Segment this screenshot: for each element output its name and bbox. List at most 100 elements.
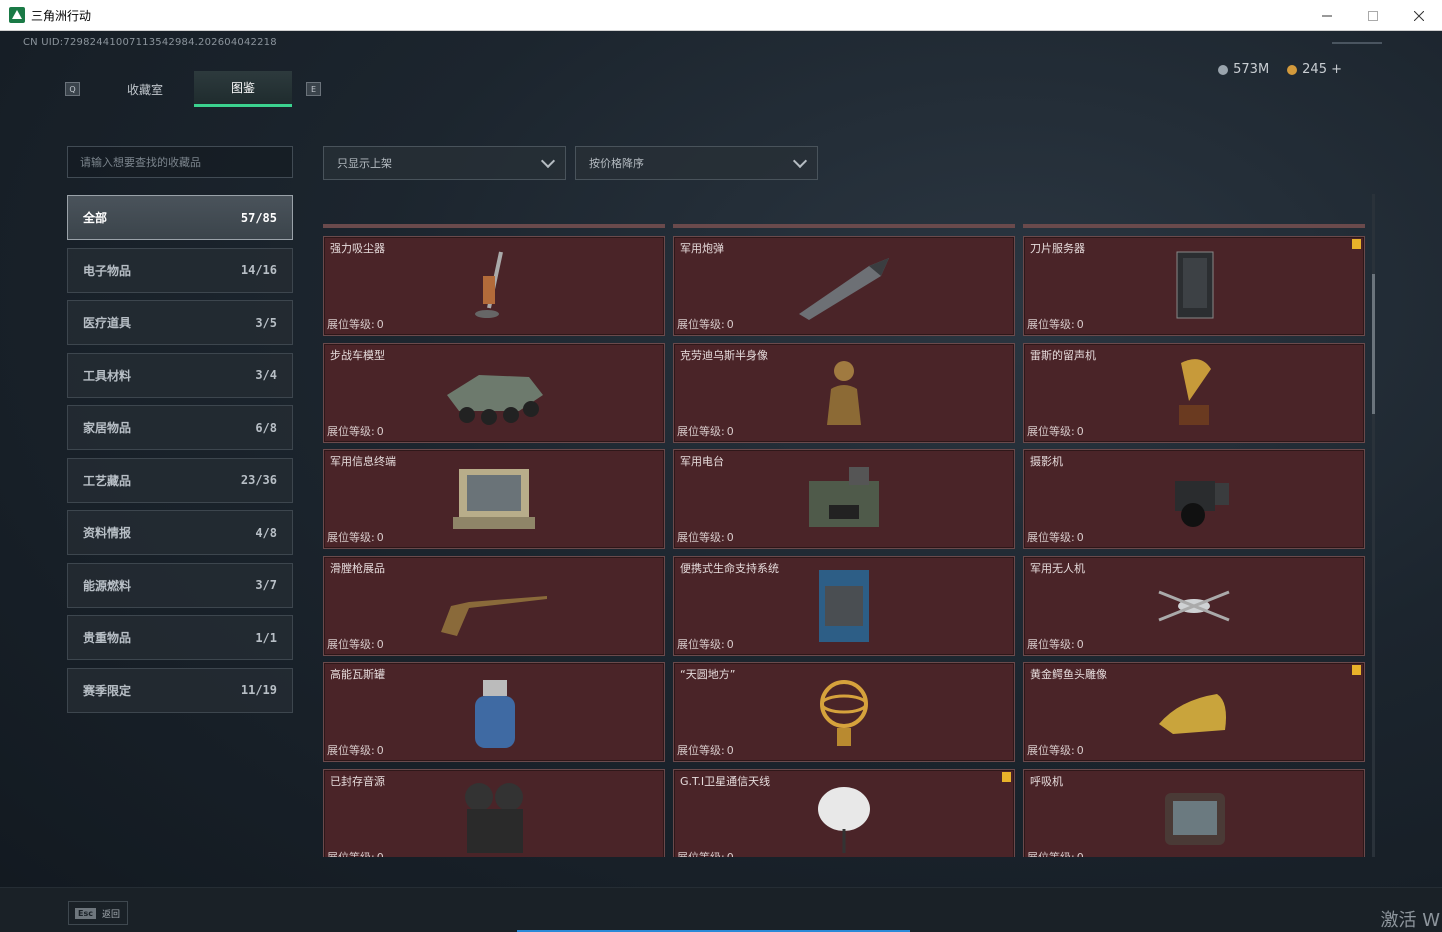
category-count: 57/85 <box>240 210 277 225</box>
gramophone-icon <box>1139 353 1249 433</box>
tab-catalog[interactable]: 图鉴 <box>194 71 292 107</box>
card-title: 便携式生命支持系统 <box>680 561 779 575</box>
card-level: 展位等级: 0 <box>327 636 384 652</box>
category-count: 6/8 <box>255 420 277 435</box>
category-count: 4/8 <box>255 525 277 540</box>
level-label: 展位等级: <box>677 850 725 858</box>
category-count: 3/7 <box>255 578 277 592</box>
level-value: 0 <box>726 850 734 858</box>
collection-card[interactable]: 摄影机 展位等级: 0 <box>1023 449 1365 549</box>
chevron-down-icon <box>540 153 556 168</box>
collection-card[interactable]: 强力吸尘器展位等级: 0 <box>323 236 665 336</box>
collection-card[interactable]: 军用无人机 展位等级: 0 <box>1023 555 1365 656</box>
category-item[interactable]: 赛季限定 11/19 <box>67 667 293 713</box>
grid-scrollbar[interactable] <box>1372 194 1375 857</box>
silver-currency: 573M <box>1218 62 1269 77</box>
category-item[interactable]: 贵重物品 1/1 <box>67 615 293 660</box>
category-item[interactable]: 医疗道具 3/5 <box>67 300 293 345</box>
close-button[interactable] <box>1396 0 1442 31</box>
level-value: 0 <box>1076 318 1084 331</box>
vacuum-cleaner-icon <box>439 246 549 326</box>
level-label: 展位等级: <box>327 637 375 651</box>
military-radio-icon <box>789 459 899 539</box>
collection-card[interactable]: 黄金鳄鱼头雕像 展位等级: 0 <box>1023 662 1365 762</box>
card-title: 步战车模型 <box>330 348 385 362</box>
category-count: 14/16 <box>240 263 277 277</box>
level-value: 0 <box>726 637 734 651</box>
back-button[interactable]: Esc 返回 <box>68 901 128 925</box>
category-label: 全部 <box>83 211 108 225</box>
gold-coin-icon <box>1287 64 1298 75</box>
category-item[interactable]: 家居物品 6/8 <box>67 405 293 450</box>
video-camera-icon <box>1139 459 1249 539</box>
sort-dropdown[interactable]: 按价格降序 <box>575 146 818 180</box>
level-value: 0 <box>1076 744 1084 757</box>
level-value: 0 <box>1076 424 1084 438</box>
esc-key-hint: Esc <box>75 907 96 919</box>
level-value: 0 <box>376 637 384 651</box>
collection-card[interactable]: 军用炮弹 展位等级: 0 <box>673 236 1015 336</box>
level-value: 0 <box>1076 850 1084 858</box>
window-controls <box>1304 0 1442 31</box>
tab-next-key[interactable]: E <box>306 82 321 96</box>
collection-search-input[interactable]: 请输入想要查找的收藏品 <box>67 146 293 178</box>
level-label: 展位等级: <box>677 424 725 438</box>
gas-canister-icon <box>439 672 549 752</box>
category-item[interactable]: 资料情报 4/8 <box>67 510 293 555</box>
level-label: 展位等级: <box>327 424 375 438</box>
collection-card[interactable]: 步战车模型 展位等级: 0 <box>323 342 665 443</box>
bust-icon <box>789 353 899 433</box>
level-label: 展位等级: <box>1027 850 1075 858</box>
collection-card[interactable]: 军用信息终端 展位等级: 0 <box>323 449 665 549</box>
card-title: 刀片服务器 <box>1030 242 1085 255</box>
category-label: 工艺藏品 <box>83 473 132 488</box>
collection-card[interactable]: 高能瓦斯罐 展位等级: 0 <box>323 662 665 762</box>
back-label: 返回 <box>101 909 120 920</box>
category-item[interactable]: 全部 57/85 <box>67 195 293 240</box>
category-count: 3/5 <box>255 315 277 330</box>
level-label: 展位等级: <box>1027 531 1075 544</box>
category-item[interactable]: 能源燃料 3/7 <box>67 562 293 608</box>
level-label: 展位等级: <box>677 531 725 544</box>
card-level: 展位等级: 0 <box>677 529 734 545</box>
category-count: 1/1 <box>255 630 277 645</box>
satellite-dish-icon <box>789 779 899 858</box>
collection-card[interactable]: 雷斯的留声机 展位等级: 0 <box>1023 342 1365 443</box>
scrollbar-thumb[interactable] <box>1372 274 1375 414</box>
category-item[interactable]: 工具材料 3/4 <box>67 352 293 398</box>
level-label: 展位等级: <box>327 318 375 331</box>
minimize-button[interactable] <box>1304 0 1350 31</box>
card-title: 军用无人机 <box>1030 561 1085 575</box>
gold-currency[interactable]: 245 + <box>1287 62 1342 77</box>
activation-watermark: 激活 W <box>1380 910 1440 931</box>
shelf-filter-dropdown[interactable]: 只显示上架 <box>323 146 566 180</box>
tab-collection-room[interactable]: 收藏室 <box>96 71 194 107</box>
card-level: 展位等级: 0 <box>327 316 384 332</box>
maximize-button[interactable] <box>1350 0 1396 31</box>
collection-card[interactable]: “天圆地方” 展位等级: 0 <box>673 662 1015 762</box>
life-support-icon <box>789 566 899 646</box>
level-value: 0 <box>376 744 384 757</box>
silver-coin-icon <box>1218 64 1229 75</box>
ifv-model-icon <box>439 353 549 433</box>
armillary-sphere-icon <box>789 672 899 752</box>
card-title: 已封存音源 <box>330 774 385 788</box>
collection-card[interactable]: G.T.I卫星通信天线 展位等级: 0 <box>673 768 1015 858</box>
reel-recorder-icon <box>439 779 549 858</box>
collection-card[interactable]: 已封存音源 展位等级: 0 <box>323 768 665 858</box>
card-title: 雷斯的留声机 <box>1030 348 1096 362</box>
collection-card[interactable]: 刀片服务器 展位等级: 0 <box>1023 236 1365 336</box>
collection-card[interactable]: 滑膛枪展品 展位等级: 0 <box>323 555 665 656</box>
category-item[interactable]: 电子物品 14/16 <box>67 247 293 293</box>
category-item[interactable]: 工艺藏品 23/36 <box>67 457 293 503</box>
collection-card[interactable]: 克劳迪乌斯半身像 展位等级: 0 <box>673 342 1015 443</box>
level-label: 展位等级: <box>677 744 725 757</box>
ventilator-icon <box>1139 779 1249 858</box>
tab-prev-key[interactable]: Q <box>65 82 80 96</box>
level-value: 0 <box>376 850 384 858</box>
partial-card-edge <box>323 224 665 228</box>
collection-card[interactable]: 呼吸机 展位等级: 0 <box>1023 768 1365 858</box>
collection-card[interactable]: 军用电台 展位等级: 0 <box>673 449 1015 549</box>
collection-card[interactable]: 便携式生命支持系统 展位等级: 0 <box>673 555 1015 656</box>
card-title: 强力吸尘器 <box>330 242 385 255</box>
